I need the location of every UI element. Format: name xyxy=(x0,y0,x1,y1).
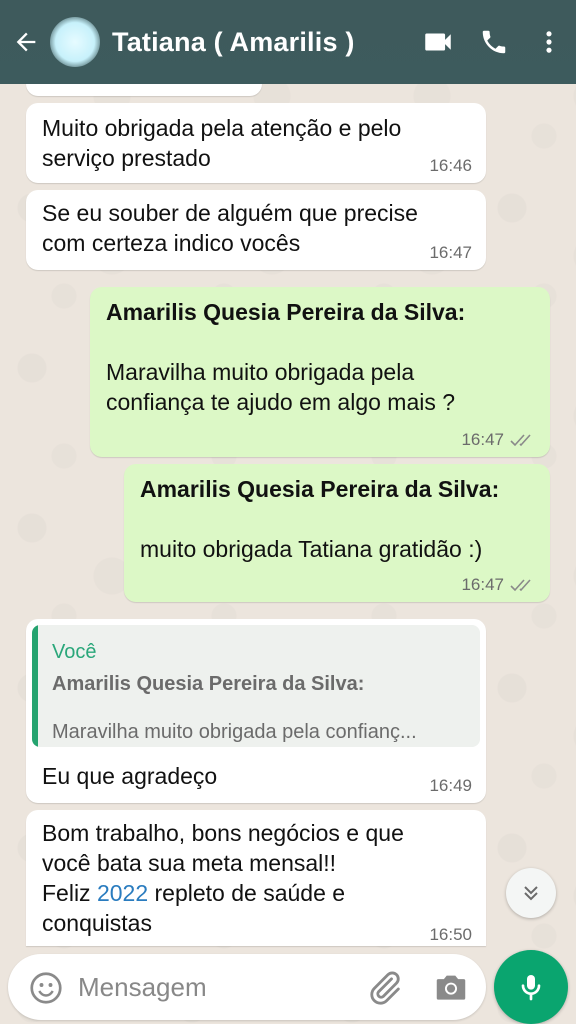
message-meta: 16:47 xyxy=(461,576,536,594)
message-time: 16:50 xyxy=(429,925,472,944)
camera-icon xyxy=(436,975,466,1000)
back-arrow-icon xyxy=(16,32,36,52)
camera-button[interactable] xyxy=(432,968,472,1008)
quote-author: Você xyxy=(52,641,97,663)
message-bubble-outgoing[interactable]: Amarilis Quesia Pereira da Silva: muito … xyxy=(124,464,550,602)
phone-icon xyxy=(482,30,506,54)
voice-call-button[interactable] xyxy=(466,0,522,84)
message-bubble-incoming[interactable]: Se eu souber de alguém que precise com c… xyxy=(26,190,486,270)
double-chevron-down-icon xyxy=(524,886,538,901)
message-text: Eu que agradeço xyxy=(42,763,218,789)
avatar[interactable] xyxy=(50,17,100,67)
message-time: 16:46 xyxy=(429,156,472,175)
voice-message-button[interactable] xyxy=(494,950,568,1024)
video-call-button[interactable] xyxy=(410,0,466,84)
message-time: 16:49 xyxy=(429,776,472,795)
message-bubble-outgoing[interactable]: Amarilis Quesia Pereira da Silva: Maravi… xyxy=(90,287,550,457)
quote-sender: Amarilis Quesia Pereira da Silva: xyxy=(52,673,365,695)
message-time: 16:47 xyxy=(461,430,504,449)
attach-button[interactable] xyxy=(364,968,404,1008)
paperclip-icon xyxy=(370,971,400,1005)
message-text: Bom trabalho, bons negócios e que você b… xyxy=(42,820,404,936)
message-bubble-incoming[interactable]: Bom trabalho, bons negócios e que você b… xyxy=(26,810,486,946)
emoji-icon xyxy=(30,972,62,1004)
message-text: Maravilha muito obrigada pela confiança … xyxy=(106,359,456,415)
scroll-to-bottom-button[interactable] xyxy=(506,868,556,918)
message-time: 16:47 xyxy=(461,575,504,594)
message-text: muito obrigada Tatiana gratidão :) xyxy=(140,536,483,562)
contact-name[interactable]: Tatiana ( Amarilis ) xyxy=(112,27,410,58)
year-link[interactable]: 2022 xyxy=(97,880,148,906)
message-bubble-incoming[interactable]: Você Amarilis Quesia Pereira da Silva: M… xyxy=(26,619,486,803)
more-options-icon xyxy=(546,31,552,53)
microphone-icon xyxy=(521,975,541,1001)
quote-bar xyxy=(32,625,38,747)
message-time: 16:47 xyxy=(429,243,472,262)
double-check-icon xyxy=(510,579,531,592)
quoted-message[interactable]: Você Amarilis Quesia Pereira da Silva: M… xyxy=(32,625,480,747)
double-check-icon xyxy=(510,434,531,447)
back-button[interactable] xyxy=(0,0,52,84)
message-text: Muito obrigada pela atenção e pelo servi… xyxy=(42,115,402,171)
quote-text: Maravilha muito obrigada pela confianç..… xyxy=(52,721,417,743)
emoji-button[interactable] xyxy=(28,970,64,1006)
more-options-button[interactable] xyxy=(522,0,576,84)
message-text: Se eu souber de alguém que precise com c… xyxy=(42,200,418,256)
video-call-icon xyxy=(425,33,451,51)
chat-header: Tatiana ( Amarilis ) xyxy=(0,0,576,84)
message-sender: Amarilis Quesia Pereira da Silva: xyxy=(106,299,466,325)
message-bubble-incoming[interactable]: Muito obrigada pela atenção e pelo servi… xyxy=(26,103,486,183)
message-meta: 16:47 xyxy=(461,431,536,449)
message-composer xyxy=(8,954,486,1020)
message-sender: Amarilis Quesia Pereira da Silva: xyxy=(140,476,500,502)
message-input[interactable] xyxy=(78,966,348,1008)
